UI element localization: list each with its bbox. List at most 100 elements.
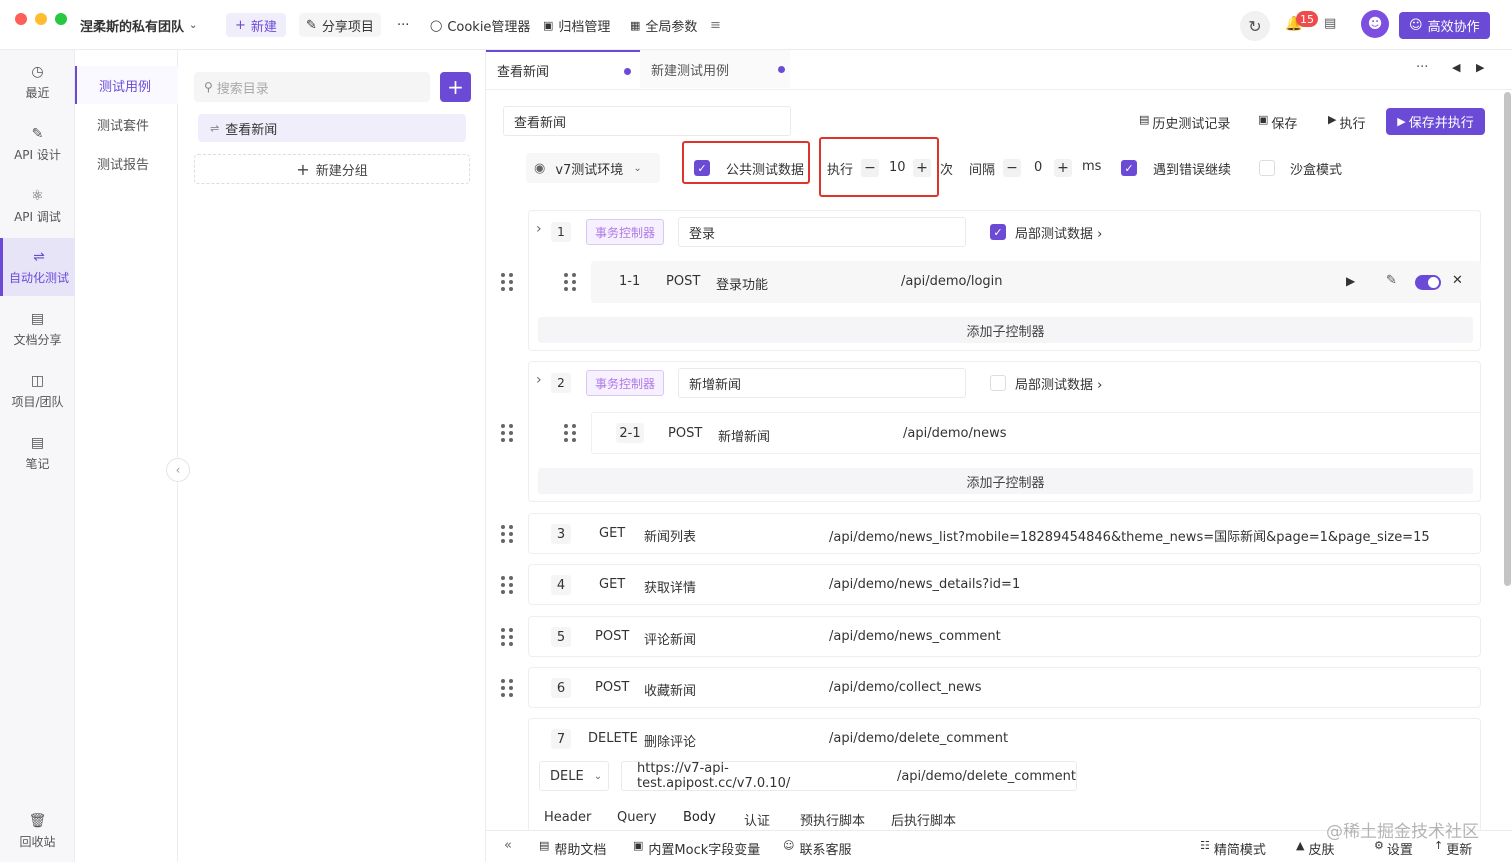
- step-row[interactable]: 5 POST 评论新闻 /api/demo/news_comment: [528, 616, 1481, 657]
- more-button[interactable]: ···: [397, 13, 409, 37]
- search-input[interactable]: 搜索目录: [217, 78, 269, 97]
- sandbox-checkbox[interactable]: [1259, 160, 1275, 176]
- tab-new-case[interactable]: 新建测试用例: [640, 50, 790, 88]
- subnav-test-reports[interactable]: 测试报告: [75, 144, 178, 182]
- minimize-window-button[interactable]: [35, 13, 47, 25]
- global-params-button[interactable]: ▦ 全局参数: [630, 13, 697, 37]
- nav-item-recycle[interactable]: 🗑 回收站: [0, 802, 75, 860]
- chevron-right-icon[interactable]: ›: [536, 221, 542, 237]
- close-window-button[interactable]: [15, 13, 27, 25]
- drag-handle[interactable]: [501, 576, 513, 594]
- history-button[interactable]: ▤ 历史测试记录: [1139, 113, 1230, 132]
- subtab-post-script[interactable]: 后执行脚本: [891, 810, 956, 829]
- watermark: @稀土掘金技术社区: [1326, 822, 1479, 842]
- maximize-window-button[interactable]: [55, 13, 67, 25]
- help-docs-button[interactable]: ▤ 帮助文档: [539, 839, 606, 858]
- exec-count-input[interactable]: 10: [889, 160, 906, 175]
- method-select[interactable]: DELE ⌄: [539, 761, 609, 791]
- local-data-checkbox[interactable]: [990, 375, 1006, 391]
- save-button[interactable]: ▣ 保存: [1258, 113, 1297, 132]
- add-button[interactable]: +: [440, 72, 471, 102]
- enable-toggle[interactable]: [1415, 275, 1441, 290]
- avatar[interactable]: ☻: [1361, 10, 1389, 38]
- subtab-header[interactable]: Header: [544, 810, 591, 825]
- controller-index: 2: [551, 373, 571, 393]
- play-icon[interactable]: ▶: [1346, 274, 1355, 288]
- drag-handle[interactable]: [501, 424, 513, 442]
- exec-increment-button[interactable]: +: [913, 159, 931, 177]
- nav-item-recent[interactable]: ◷ 最近: [0, 53, 75, 111]
- drag-handle[interactable]: [501, 273, 513, 291]
- chevron-right-icon[interactable]: ›: [536, 372, 542, 388]
- close-icon[interactable]: ✕: [1452, 273, 1463, 288]
- top-bar: 涅柔斯的私有团队 ⌄ + 新建 ✎ 分享项目 ··· ◯ Cookie管理器 ▣…: [0, 0, 1512, 50]
- new-button[interactable]: + 新建: [226, 13, 286, 37]
- step-row[interactable]: 4 GET 获取详情 /api/demo/news_details?id=1: [528, 564, 1481, 605]
- simple-mode-button[interactable]: ☷ 精简模式: [1200, 839, 1266, 858]
- step-row[interactable]: 6 POST 收藏新闻 /api/demo/collect_news: [528, 667, 1481, 708]
- subnav-test-cases[interactable]: 测试用例: [75, 66, 178, 104]
- sync-icon[interactable]: ↻: [1240, 11, 1270, 41]
- interval-input[interactable]: 0: [1034, 160, 1042, 175]
- drag-handle[interactable]: [501, 525, 513, 543]
- nav-item-doc-share[interactable]: ▤ 文档分享: [0, 300, 75, 358]
- archive-button[interactable]: ▣ 归档管理: [543, 13, 610, 37]
- subtab-auth[interactable]: 认证: [744, 810, 770, 829]
- case-name-input[interactable]: 查看新闻: [503, 106, 791, 136]
- tab-prev-icon[interactable]: ◀: [1452, 61, 1460, 74]
- drag-handle[interactable]: [501, 628, 513, 646]
- continue-on-error-checkbox[interactable]: ✓: [1121, 160, 1137, 176]
- nav-item-automation[interactable]: ⇌ 自动化测试: [0, 238, 75, 296]
- mock-vars-button[interactable]: ▣ 内置Mock字段变量: [633, 839, 760, 858]
- collab-button[interactable]: ☺ 高效协作: [1399, 12, 1490, 39]
- add-sub-controller-button[interactable]: 添加子控制器: [538, 317, 1473, 343]
- edit-icon[interactable]: ✎: [1386, 273, 1397, 288]
- run-button[interactable]: ▶ 执行: [1328, 113, 1365, 132]
- team-selector[interactable]: 涅柔斯的私有团队 ⌄: [80, 13, 197, 37]
- scrollbar-thumb[interactable]: [1504, 92, 1511, 586]
- add-sub-controller-button[interactable]: 添加子控制器: [538, 468, 1473, 494]
- drag-handle[interactable]: [501, 679, 513, 697]
- notes-icon[interactable]: ▤: [1324, 16, 1336, 31]
- tab-next-icon[interactable]: ▶: [1476, 61, 1484, 74]
- drag-handle[interactable]: [564, 424, 576, 442]
- subtab-body[interactable]: Body: [683, 810, 716, 825]
- search-box[interactable]: ⚲ 搜索目录: [194, 72, 430, 102]
- share-project-button[interactable]: ✎ 分享项目: [299, 13, 381, 37]
- local-data-link[interactable]: 局部测试数据 ›: [1015, 223, 1102, 242]
- collapse-menu-icon[interactable]: ≡: [710, 13, 721, 37]
- plus-icon: +: [235, 17, 246, 33]
- collapse-sidebar-icon[interactable]: «: [504, 838, 512, 853]
- step-row[interactable]: 2-1 POST 新增新闻 /api/demo/news: [591, 412, 1481, 454]
- nav-item-project[interactable]: ◫ 项目/团队: [0, 362, 75, 420]
- tab-more-icon[interactable]: ···: [1416, 60, 1428, 75]
- subtab-pre-script[interactable]: 预执行脚本: [800, 810, 865, 829]
- controller-name-input[interactable]: 登录: [678, 217, 966, 247]
- step-row[interactable]: 1-1 POST 登录功能 /api/demo/login ▶ ✎ ✕: [591, 261, 1481, 303]
- directory-panel: ⚲ 搜索目录 + ⇌ 查看新闻 + 新建分组 ‹: [166, 50, 486, 862]
- subtab-query[interactable]: Query: [617, 810, 657, 825]
- url-input[interactable]: https://v7-api-test.apipost.cc/v7.0.10/ …: [621, 761, 1077, 791]
- support-button[interactable]: ☺ 联系客服: [783, 839, 851, 858]
- nav-item-api-debug[interactable]: ⚛ API 调试: [0, 177, 75, 235]
- step-row[interactable]: 3 GET 新闻列表 /api/demo/news_list?mobile=18…: [528, 513, 1481, 554]
- cookie-manager-button[interactable]: ◯ Cookie管理器: [430, 13, 530, 37]
- interval-increment-button[interactable]: +: [1054, 159, 1072, 177]
- drag-handle[interactable]: [564, 273, 576, 291]
- collapse-panel-button[interactable]: ‹: [166, 458, 190, 482]
- interval-decrement-button[interactable]: −: [1003, 159, 1021, 177]
- local-data-link[interactable]: 局部测试数据 ›: [1015, 374, 1102, 393]
- public-data-checkbox[interactable]: ✓: [694, 160, 710, 176]
- tab-view-news[interactable]: 查看新闻: [486, 50, 640, 88]
- local-data-checkbox[interactable]: ✓: [990, 224, 1006, 240]
- new-group-button[interactable]: + 新建分组: [194, 154, 470, 184]
- nav-item-api-design[interactable]: ✎ API 设计: [0, 115, 75, 173]
- exec-decrement-button[interactable]: −: [861, 159, 879, 177]
- controller-name-input[interactable]: 新增新闻: [678, 368, 966, 398]
- scrollbar[interactable]: [1502, 90, 1512, 830]
- nav-item-notes[interactable]: ▤ 笔记: [0, 424, 75, 482]
- subnav-test-suites[interactable]: 测试套件: [75, 105, 178, 143]
- tree-item[interactable]: ⇌ 查看新闻: [198, 114, 466, 142]
- save-and-run-button[interactable]: ▶ 保存并执行: [1386, 108, 1485, 135]
- env-select[interactable]: ◉ v7测试环境 ⌄: [526, 153, 660, 183]
